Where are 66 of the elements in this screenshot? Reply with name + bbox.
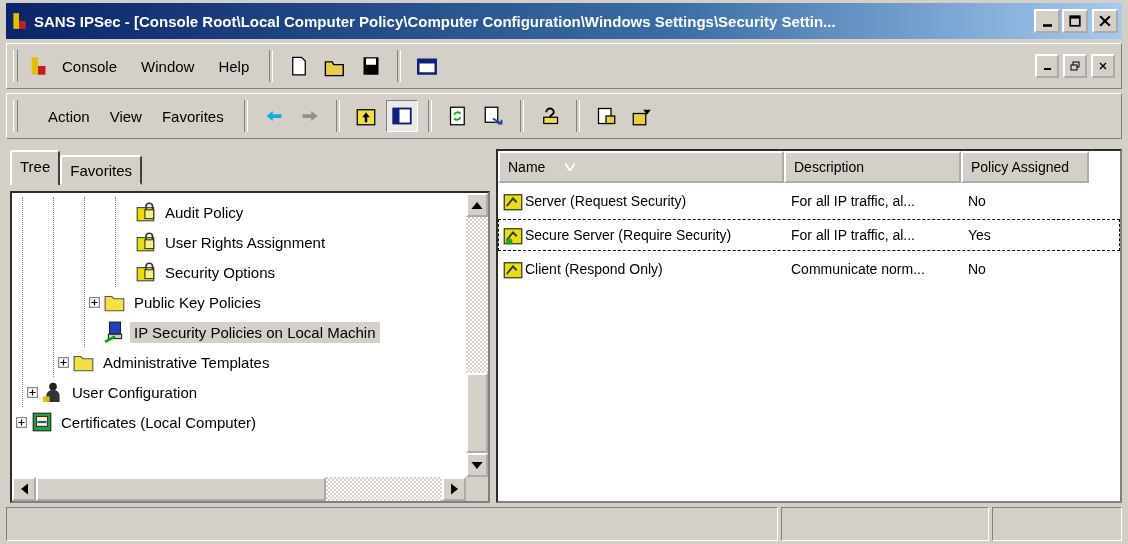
- tree-item[interactable]: User Configuration: [68, 381, 202, 403]
- restore-button[interactable]: [1063, 54, 1087, 78]
- app-icon: [10, 11, 28, 31]
- restore-icon: [1070, 61, 1080, 71]
- policy-name[interactable]: Secure Server (Require Security): [525, 227, 732, 243]
- close-icon: [1098, 61, 1108, 71]
- scrollbar-corner: [466, 477, 488, 501]
- column-header[interactable]: Policy Assigned: [961, 151, 1089, 183]
- minimize-button[interactable]: [1035, 54, 1059, 78]
- right-arrow-icon[interactable]: [450, 483, 458, 495]
- column-header[interactable]: Name: [498, 151, 784, 183]
- menu-item[interactable]: Help: [208, 53, 260, 79]
- tree-item[interactable]: Public Key Policies: [130, 291, 265, 313]
- lock-folder-icon: [135, 261, 157, 283]
- table-cell: For all IP traffic, al...: [791, 193, 915, 209]
- expand-icon[interactable]: [58, 356, 69, 368]
- list-row[interactable]: Secure Server (Require Security) For all IP traffic, al... Yes: [498, 219, 1120, 251]
- scroll-thumb[interactable]: [36, 477, 326, 501]
- close-button[interactable]: [1091, 54, 1115, 78]
- tab[interactable]: Tree: [10, 150, 61, 185]
- expand-icon[interactable]: [16, 416, 27, 428]
- maximize-icon: [1069, 15, 1081, 27]
- menu-item[interactable]: Favorites: [151, 103, 234, 129]
- menu-item[interactable]: Action: [38, 103, 100, 129]
- minimize-button[interactable]: [1034, 9, 1060, 33]
- expand-icon[interactable]: [89, 296, 100, 308]
- expand-icon[interactable]: [27, 386, 38, 398]
- menu-item[interactable]: View: [99, 103, 152, 129]
- left-arrow-icon[interactable]: [20, 483, 28, 495]
- maximize-button[interactable]: [1062, 9, 1088, 33]
- close-button[interactable]: [1092, 9, 1118, 33]
- up-arrow-icon[interactable]: [471, 201, 483, 209]
- tree-item[interactable]: Administrative Templates: [99, 351, 274, 373]
- list-row[interactable]: Client (Respond Only) Communicate norm... No: [498, 253, 1120, 285]
- down-arrow-icon[interactable]: [471, 461, 483, 469]
- minimize-icon: [1042, 23, 1052, 27]
- tree-item[interactable]: Certificates (Local Computer): [57, 411, 261, 433]
- tab[interactable]: Favorites: [60, 155, 142, 185]
- policy-name[interactable]: Server (Request Security): [525, 193, 687, 209]
- window-title: SANS IPSec - [Console Root\Local Computer Policy\Computer Configuration\Windows Settings\Security Settin...: [34, 12, 837, 30]
- horizontal-scrollbar[interactable]: [12, 477, 488, 501]
- policy-icon: [503, 225, 523, 245]
- minimize-icon: [1043, 68, 1051, 70]
- policy-icon: [503, 259, 523, 279]
- table-cell: For all IP traffic, al...: [791, 227, 915, 243]
- table-cell: Communicate norm...: [791, 261, 925, 277]
- certificate-icon: [31, 411, 53, 433]
- list-row[interactable]: Server (Request Security) For all IP traffic, al... No: [498, 185, 1120, 217]
- vertical-scrollbar[interactable]: [466, 193, 488, 477]
- policy-name[interactable]: Client (Respond Only): [525, 261, 663, 277]
- tree-item[interactable]: User Rights Assignment: [161, 231, 330, 253]
- tree-item[interactable]: Audit Policy: [161, 201, 248, 223]
- lock-folder-icon: [135, 231, 157, 253]
- tree-pane-icon[interactable]: [385, 100, 418, 132]
- table-cell: No: [968, 193, 986, 209]
- close-icon: [1099, 15, 1111, 27]
- menu-item[interactable]: Window: [131, 53, 205, 79]
- tree-item[interactable]: IP Security Policies on Local Machin: [130, 321, 380, 343]
- tree-item[interactable]: Security Options: [161, 261, 280, 283]
- table-cell: No: [968, 261, 986, 277]
- scroll-thumb[interactable]: [466, 373, 488, 453]
- column-header[interactable]: Description: [784, 151, 961, 183]
- table-cell: Yes: [968, 227, 991, 243]
- policy-icon: [503, 191, 523, 211]
- lock-folder-icon: [135, 201, 157, 223]
- menu-item[interactable]: Console: [52, 53, 128, 79]
